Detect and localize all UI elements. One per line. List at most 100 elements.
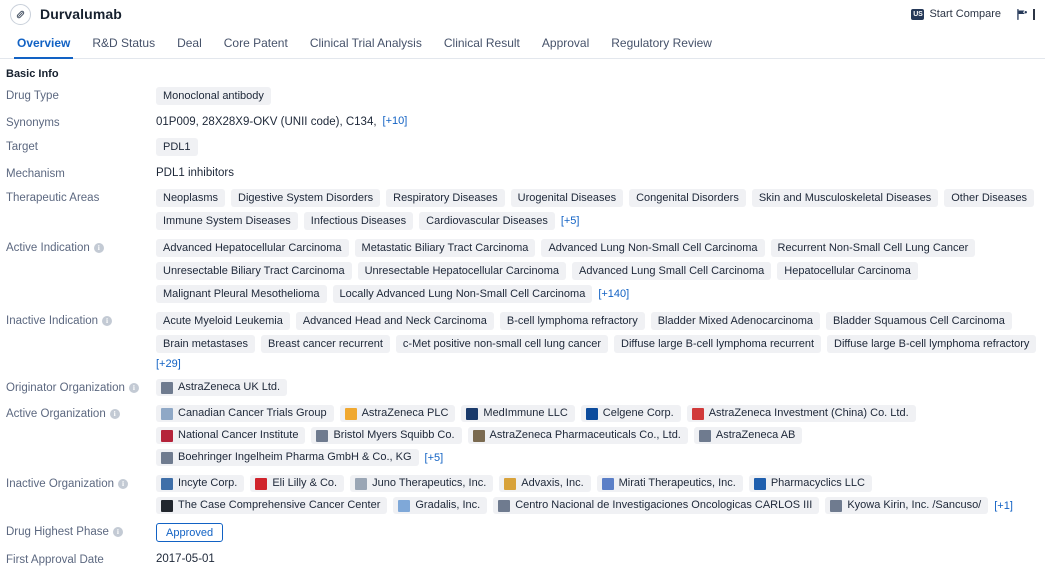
chip-item[interactable]: Diffuse large B-cell lymphoma refractory xyxy=(827,335,1037,353)
show-more-link[interactable]: [+29] xyxy=(156,358,181,370)
row-inactive-indication: Inactive Indication i Acute Myeloid Leuk… xyxy=(0,312,1045,370)
first-approval-date-text: 2017-05-01 xyxy=(156,553,215,565)
organization-name: AstraZeneca PLC xyxy=(361,407,449,419)
tab-clinical-trial-analysis[interactable]: Clinical Trial Analysis xyxy=(299,28,433,58)
chip-organization[interactable]: Pharmacyclics LLC xyxy=(748,475,872,492)
chip-item[interactable]: Diffuse large B-cell lymphoma recurrent xyxy=(614,335,821,353)
info-icon-inactive-indication[interactable]: i xyxy=(102,316,113,326)
show-more-link[interactable]: [+5] xyxy=(425,452,444,464)
chip-item[interactable]: Breast cancer recurrent xyxy=(260,335,390,353)
organization-name: Celgene Corp. xyxy=(602,407,674,419)
tab-approval[interactable]: Approval xyxy=(531,28,600,58)
chip-organization[interactable]: Boehringer Ingelheim Pharma GmbH & Co., … xyxy=(156,449,419,466)
chip-item[interactable]: Recurrent Non-Small Cell Lung Cancer xyxy=(770,239,976,257)
chip-item[interactable]: Skin and Musculoskeletal Diseases xyxy=(751,189,939,207)
chip-item[interactable]: Other Diseases xyxy=(944,189,1035,207)
show-more-link[interactable]: [+5] xyxy=(561,215,580,227)
filter-flag-button[interactable] xyxy=(1015,8,1035,21)
tab-rd-status[interactable]: R&D Status xyxy=(81,28,166,58)
info-icon-originator-organization[interactable]: i xyxy=(128,383,139,393)
chip-item[interactable]: Immune System Diseases xyxy=(156,212,298,230)
value-mechanism: PDL1 inhibitors xyxy=(156,165,1041,179)
info-icon-active-organization[interactable]: i xyxy=(109,409,120,419)
tab-deal[interactable]: Deal xyxy=(166,28,213,58)
chip-organization[interactable]: Eli Lilly & Co. xyxy=(250,475,345,492)
chip-item[interactable]: Unresectable Biliary Tract Carcinoma xyxy=(156,262,352,280)
chip-item[interactable]: Advanced Lung Small Cell Carcinoma xyxy=(572,262,772,280)
chip-item[interactable]: Malignant Pleural Mesothelioma xyxy=(156,285,327,303)
chip-organization[interactable]: National Cancer Institute xyxy=(156,427,306,444)
organization-logo-icon xyxy=(466,407,479,420)
start-compare-button[interactable]: US Start Compare xyxy=(911,8,1001,20)
chip-item[interactable]: Urogenital Diseases xyxy=(510,189,624,207)
chip-organization[interactable]: The Case Comprehensive Cancer Center xyxy=(156,497,388,514)
status-badge-approved[interactable]: Approved xyxy=(156,523,224,542)
info-icon-drug-highest-phase[interactable]: i xyxy=(112,527,123,537)
tab-regulatory-review[interactable]: Regulatory Review xyxy=(600,28,723,58)
header-actions: US Start Compare xyxy=(911,8,1037,21)
organization-name: AstraZeneca Investment (China) Co. Ltd. xyxy=(708,407,909,419)
chip-item[interactable]: Unresectable Hepatocellular Carcinoma xyxy=(357,262,567,280)
chip-organization[interactable]: AstraZeneca Investment (China) Co. Ltd. xyxy=(686,405,916,422)
tab-overview[interactable]: Overview xyxy=(6,28,81,59)
chip-item[interactable]: Infectious Diseases xyxy=(303,212,414,230)
value-active-indication: Advanced Hepatocellular Carcinoma Metasta… xyxy=(156,239,1041,303)
chip-organization[interactable]: Mirati Therapeutics, Inc. xyxy=(596,475,743,492)
chip-item[interactable]: Bladder Squamous Cell Carcinoma xyxy=(826,312,1012,330)
chip-organization[interactable]: Incyte Corp. xyxy=(156,475,245,492)
label-therapeutic-areas-text: Therapeutic Areas xyxy=(6,192,100,204)
organization-name: Pharmacyclics LLC xyxy=(770,477,865,489)
synonyms-more-link[interactable]: [+10] xyxy=(383,115,408,127)
label-active-indication: Active Indication i xyxy=(6,239,156,254)
chip-organization[interactable]: Gradalis, Inc. xyxy=(393,497,488,514)
chip-organization[interactable]: Canadian Cancer Trials Group xyxy=(156,405,334,422)
label-originator-organization: Originator Organization i xyxy=(6,379,156,394)
chip-drug-type[interactable]: Monoclonal antibody xyxy=(156,87,271,105)
chip-organization[interactable]: AstraZeneca Pharmaceuticals Co., Ltd. xyxy=(467,427,688,444)
show-more-link[interactable]: [+140] xyxy=(598,288,629,300)
value-originator-organization: AstraZeneca UK Ltd. xyxy=(156,379,1041,396)
tab-clinical-result[interactable]: Clinical Result xyxy=(433,28,531,58)
basic-info-heading: Basic Info xyxy=(6,68,59,80)
info-icon-active-indication[interactable]: i xyxy=(93,243,104,253)
chip-organization[interactable]: Centro Nacional de Investigaciones Oncol… xyxy=(493,497,820,514)
chip-item[interactable]: Locally Advanced Lung Non-Small Cell Car… xyxy=(332,285,593,303)
chip-organization[interactable]: Advaxis, Inc. xyxy=(499,475,591,492)
chip-organization[interactable]: Kyowa Kirin, Inc. /Sancuso/ xyxy=(825,497,989,514)
chip-item[interactable]: Advanced Head and Neck Carcinoma xyxy=(295,312,494,330)
chip-item[interactable]: Neoplasms xyxy=(156,189,226,207)
organization-name: Canadian Cancer Trials Group xyxy=(178,407,327,419)
chip-item[interactable]: Respiratory Diseases xyxy=(386,189,505,207)
chip-item[interactable]: Advanced Lung Non-Small Cell Carcinoma xyxy=(541,239,765,257)
chip-organization[interactable]: Celgene Corp. xyxy=(580,405,681,422)
chip-item[interactable]: Hepatocellular Carcinoma xyxy=(777,262,918,280)
app-header: Durvalumab US Start Compare xyxy=(0,0,1045,28)
chip-item[interactable]: Bladder Mixed Adenocarcinoma xyxy=(650,312,821,330)
chip-item[interactable]: Acute Myeloid Leukemia xyxy=(156,312,290,330)
chip-organization[interactable]: AstraZeneca UK Ltd. xyxy=(156,379,288,396)
info-icon-inactive-organization[interactable]: i xyxy=(118,479,129,489)
chip-item[interactable]: Metastatic Biliary Tract Carcinoma xyxy=(354,239,536,257)
chip-item[interactable]: c-Met positive non-small cell lung cance… xyxy=(395,335,609,353)
chip-item[interactable]: Congenital Disorders xyxy=(629,189,746,207)
organization-name: National Cancer Institute xyxy=(178,429,299,441)
show-more-link[interactable]: [+1] xyxy=(994,500,1013,512)
chip-item[interactable]: Advanced Hepatocellular Carcinoma xyxy=(156,239,349,257)
organization-logo-icon xyxy=(698,429,711,442)
chip-organization[interactable]: Bristol Myers Squibb Co. xyxy=(311,427,462,444)
tab-core-patent[interactable]: Core Patent xyxy=(213,28,299,58)
chip-target[interactable]: PDL1 xyxy=(156,138,198,156)
chip-item[interactable]: Digestive System Disorders xyxy=(231,189,381,207)
chip-organization[interactable]: Juno Therapeutics, Inc. xyxy=(350,475,494,492)
chip-organization[interactable]: MedImmune LLC xyxy=(461,405,575,422)
chip-item[interactable]: Brain metastases xyxy=(156,335,255,353)
organization-name: The Case Comprehensive Cancer Center xyxy=(178,499,381,511)
organization-name: Gradalis, Inc. xyxy=(415,499,481,511)
chip-organization[interactable]: AstraZeneca AB xyxy=(693,427,803,444)
value-target: PDL1 xyxy=(156,138,1041,156)
chip-organization[interactable]: AstraZeneca PLC xyxy=(339,405,456,422)
chip-item[interactable]: B-cell lymphoma refractory xyxy=(499,312,645,330)
organization-logo-icon xyxy=(161,499,173,512)
organization-name: Advaxis, Inc. xyxy=(521,477,584,489)
chip-item[interactable]: Cardiovascular Diseases xyxy=(419,212,555,230)
